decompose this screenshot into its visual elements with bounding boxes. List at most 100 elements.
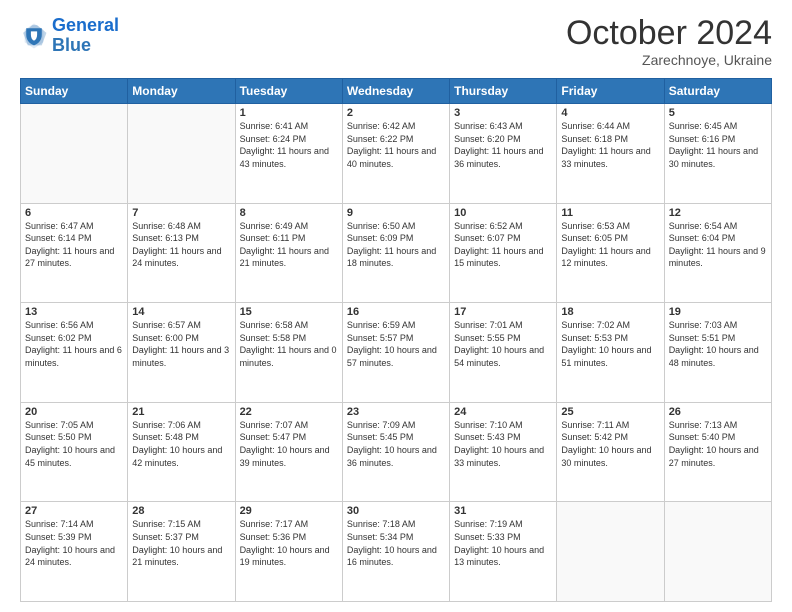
day-number: 31 [454,505,552,517]
day-number: 15 [240,306,338,318]
day-number: 16 [347,306,445,318]
calendar-table: SundayMondayTuesdayWednesdayThursdayFrid… [20,78,772,602]
day-info: Sunrise: 7:06 AMSunset: 5:48 PMDaylight:… [132,419,230,469]
day-number: 5 [669,107,767,119]
day-number: 4 [561,107,659,119]
day-cell: 12Sunrise: 6:54 AMSunset: 6:04 PMDayligh… [664,203,771,303]
day-number: 12 [669,207,767,219]
day-info: Sunrise: 6:54 AMSunset: 6:04 PMDaylight:… [669,220,767,270]
day-cell: 23Sunrise: 7:09 AMSunset: 5:45 PMDayligh… [342,402,449,502]
day-cell: 9Sunrise: 6:50 AMSunset: 6:09 PMDaylight… [342,203,449,303]
week-row-5: 27Sunrise: 7:14 AMSunset: 5:39 PMDayligh… [21,502,772,602]
day-cell: 20Sunrise: 7:05 AMSunset: 5:50 PMDayligh… [21,402,128,502]
day-cell: 30Sunrise: 7:18 AMSunset: 5:34 PMDayligh… [342,502,449,602]
day-info: Sunrise: 6:50 AMSunset: 6:09 PMDaylight:… [347,220,445,270]
day-number: 9 [347,207,445,219]
logo-text-general: General [52,16,119,36]
col-header-tuesday: Tuesday [235,79,342,104]
day-number: 23 [347,406,445,418]
day-cell [21,104,128,204]
day-number: 27 [25,505,123,517]
header: General Blue October 2024 Zarechnoye, Uk… [20,16,772,68]
day-cell: 4Sunrise: 6:44 AMSunset: 6:18 PMDaylight… [557,104,664,204]
day-number: 22 [240,406,338,418]
day-cell: 5Sunrise: 6:45 AMSunset: 6:16 PMDaylight… [664,104,771,204]
day-info: Sunrise: 7:02 AMSunset: 5:53 PMDaylight:… [561,319,659,369]
day-info: Sunrise: 7:11 AMSunset: 5:42 PMDaylight:… [561,419,659,469]
col-header-friday: Friday [557,79,664,104]
day-cell: 2Sunrise: 6:42 AMSunset: 6:22 PMDaylight… [342,104,449,204]
title-block: October 2024 Zarechnoye, Ukraine [566,16,772,68]
day-number: 24 [454,406,552,418]
day-cell: 18Sunrise: 7:02 AMSunset: 5:53 PMDayligh… [557,303,664,403]
day-cell: 31Sunrise: 7:19 AMSunset: 5:33 PMDayligh… [450,502,557,602]
day-info: Sunrise: 6:43 AMSunset: 6:20 PMDaylight:… [454,120,552,170]
month-title: October 2024 [566,16,772,50]
day-cell: 27Sunrise: 7:14 AMSunset: 5:39 PMDayligh… [21,502,128,602]
col-header-thursday: Thursday [450,79,557,104]
day-info: Sunrise: 6:59 AMSunset: 5:57 PMDaylight:… [347,319,445,369]
col-header-monday: Monday [128,79,235,104]
day-info: Sunrise: 6:58 AMSunset: 5:58 PMDaylight:… [240,319,338,369]
day-info: Sunrise: 6:44 AMSunset: 6:18 PMDaylight:… [561,120,659,170]
week-row-4: 20Sunrise: 7:05 AMSunset: 5:50 PMDayligh… [21,402,772,502]
day-cell: 15Sunrise: 6:58 AMSunset: 5:58 PMDayligh… [235,303,342,403]
day-info: Sunrise: 7:13 AMSunset: 5:40 PMDaylight:… [669,419,767,469]
day-info: Sunrise: 7:09 AMSunset: 5:45 PMDaylight:… [347,419,445,469]
day-info: Sunrise: 7:17 AMSunset: 5:36 PMDaylight:… [240,518,338,568]
day-info: Sunrise: 6:48 AMSunset: 6:13 PMDaylight:… [132,220,230,270]
day-info: Sunrise: 7:15 AMSunset: 5:37 PMDaylight:… [132,518,230,568]
day-number: 19 [669,306,767,318]
day-number: 10 [454,207,552,219]
day-cell: 16Sunrise: 6:59 AMSunset: 5:57 PMDayligh… [342,303,449,403]
day-number: 1 [240,107,338,119]
day-cell: 1Sunrise: 6:41 AMSunset: 6:24 PMDaylight… [235,104,342,204]
day-number: 2 [347,107,445,119]
day-cell: 7Sunrise: 6:48 AMSunset: 6:13 PMDaylight… [128,203,235,303]
day-cell: 6Sunrise: 6:47 AMSunset: 6:14 PMDaylight… [21,203,128,303]
col-header-saturday: Saturday [664,79,771,104]
day-cell: 19Sunrise: 7:03 AMSunset: 5:51 PMDayligh… [664,303,771,403]
week-row-1: 1Sunrise: 6:41 AMSunset: 6:24 PMDaylight… [21,104,772,204]
day-cell: 22Sunrise: 7:07 AMSunset: 5:47 PMDayligh… [235,402,342,502]
day-number: 18 [561,306,659,318]
day-number: 25 [561,406,659,418]
logo-icon [20,22,48,50]
day-info: Sunrise: 6:52 AMSunset: 6:07 PMDaylight:… [454,220,552,270]
day-cell [557,502,664,602]
week-row-2: 6Sunrise: 6:47 AMSunset: 6:14 PMDaylight… [21,203,772,303]
logo-text-blue: Blue [52,36,119,56]
day-number: 21 [132,406,230,418]
col-header-wednesday: Wednesday [342,79,449,104]
day-cell: 14Sunrise: 6:57 AMSunset: 6:00 PMDayligh… [128,303,235,403]
day-info: Sunrise: 6:47 AMSunset: 6:14 PMDaylight:… [25,220,123,270]
day-cell: 8Sunrise: 6:49 AMSunset: 6:11 PMDaylight… [235,203,342,303]
location: Zarechnoye, Ukraine [566,52,772,68]
day-number: 3 [454,107,552,119]
day-info: Sunrise: 6:45 AMSunset: 6:16 PMDaylight:… [669,120,767,170]
day-cell: 28Sunrise: 7:15 AMSunset: 5:37 PMDayligh… [128,502,235,602]
calendar-header-row: SundayMondayTuesdayWednesdayThursdayFrid… [21,79,772,104]
day-cell [128,104,235,204]
day-number: 28 [132,505,230,517]
week-row-3: 13Sunrise: 6:56 AMSunset: 6:02 PMDayligh… [21,303,772,403]
day-cell: 24Sunrise: 7:10 AMSunset: 5:43 PMDayligh… [450,402,557,502]
day-cell: 29Sunrise: 7:17 AMSunset: 5:36 PMDayligh… [235,502,342,602]
day-cell: 25Sunrise: 7:11 AMSunset: 5:42 PMDayligh… [557,402,664,502]
day-cell: 21Sunrise: 7:06 AMSunset: 5:48 PMDayligh… [128,402,235,502]
day-info: Sunrise: 7:18 AMSunset: 5:34 PMDaylight:… [347,518,445,568]
day-info: Sunrise: 7:05 AMSunset: 5:50 PMDaylight:… [25,419,123,469]
page: General Blue October 2024 Zarechnoye, Uk… [0,0,792,612]
day-info: Sunrise: 6:57 AMSunset: 6:00 PMDaylight:… [132,319,230,369]
day-info: Sunrise: 6:53 AMSunset: 6:05 PMDaylight:… [561,220,659,270]
day-number: 8 [240,207,338,219]
day-number: 14 [132,306,230,318]
day-number: 30 [347,505,445,517]
day-info: Sunrise: 6:49 AMSunset: 6:11 PMDaylight:… [240,220,338,270]
day-cell: 17Sunrise: 7:01 AMSunset: 5:55 PMDayligh… [450,303,557,403]
day-info: Sunrise: 6:42 AMSunset: 6:22 PMDaylight:… [347,120,445,170]
day-number: 7 [132,207,230,219]
day-info: Sunrise: 7:01 AMSunset: 5:55 PMDaylight:… [454,319,552,369]
day-number: 29 [240,505,338,517]
day-info: Sunrise: 7:19 AMSunset: 5:33 PMDaylight:… [454,518,552,568]
